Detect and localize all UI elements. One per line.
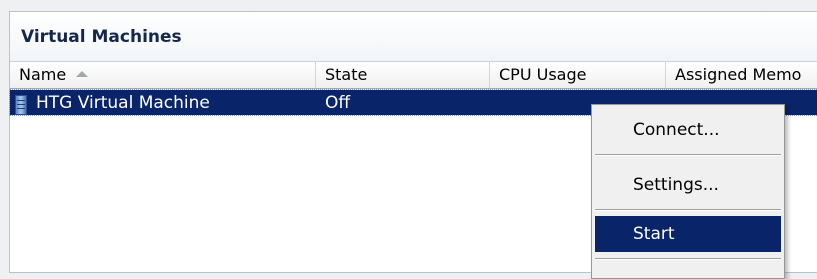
column-header-assigned-memory-label: Assigned Memo [675, 65, 802, 84]
row-name-cell: HTG Virtual Machine [36, 93, 210, 113]
sort-ascending-icon [76, 70, 89, 77]
menu-separator [595, 209, 781, 211]
menu-item-connect[interactable]: Connect... [595, 112, 781, 148]
menu-item-settings[interactable]: Settings... [595, 167, 781, 203]
column-header-name[interactable]: Name [10, 62, 316, 88]
panel-header: Virtual Machines [10, 12, 817, 62]
column-header-name-label: Name [19, 65, 67, 84]
row-state-cell: Off [325, 93, 351, 113]
vm-server-icon [15, 95, 27, 115]
menu-separator [595, 258, 781, 260]
column-header-assigned-memory[interactable]: Assigned Memo [666, 62, 817, 88]
column-header-cpu-usage[interactable]: CPU Usage [490, 62, 666, 88]
column-header-state[interactable]: State [316, 62, 490, 88]
column-header-state-label: State [325, 65, 368, 84]
panel-title: Virtual Machines [21, 27, 182, 47]
menu-item-start[interactable]: Start [595, 216, 781, 252]
context-menu: Connect... Settings... Start [591, 104, 785, 279]
column-header-bar: Name State CPU Usage Assigned Memo [10, 62, 817, 89]
column-header-cpu-usage-label: CPU Usage [499, 65, 587, 84]
menu-separator [595, 154, 781, 156]
